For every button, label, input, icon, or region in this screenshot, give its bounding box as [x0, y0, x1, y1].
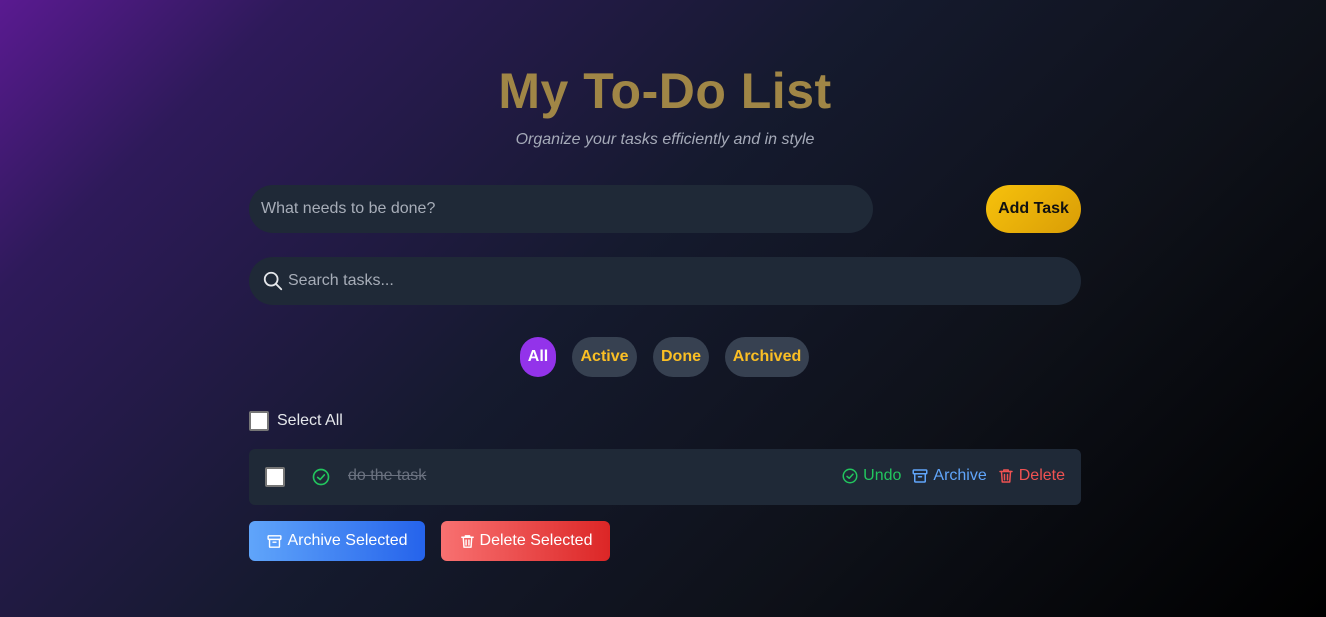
- task-text: do the task: [348, 467, 427, 484]
- archive-selected-label: Archive Selected: [287, 532, 408, 549]
- filter-done[interactable]: Done: [653, 337, 709, 377]
- undo-label: Undo: [863, 467, 902, 484]
- check-circle-icon: [312, 468, 330, 486]
- delete-label: Delete: [1018, 467, 1065, 484]
- task-actions: Undo Archive Delete: [841, 467, 1065, 485]
- delete-selected-button[interactable]: Delete Selected: [441, 521, 610, 561]
- new-task-input[interactable]: [249, 185, 873, 233]
- task-item: do the task Undo Archive Delete: [249, 449, 1081, 505]
- filter-active[interactable]: Active: [572, 337, 637, 377]
- select-all-label: Select All: [277, 411, 343, 429]
- archive-label: Archive: [933, 467, 987, 484]
- select-all-checkbox[interactable]: [249, 410, 269, 431]
- search-icon: [263, 271, 283, 291]
- trash-icon: [460, 534, 474, 548]
- undo-check-icon: [842, 468, 858, 484]
- filter-all[interactable]: All: [520, 337, 556, 377]
- delete-selected-label: Delete Selected: [479, 532, 593, 549]
- page-title: My To-Do List: [498, 63, 832, 119]
- select-all: Select All: [249, 410, 343, 431]
- delete-button[interactable]: Delete: [997, 467, 1065, 485]
- filter-bar: All Active Done Archived: [249, 337, 1081, 377]
- search-input[interactable]: [288, 257, 1068, 305]
- add-task-button[interactable]: Add Task: [986, 185, 1081, 233]
- archive-selected-button[interactable]: Archive Selected: [249, 521, 425, 561]
- trash-icon: [999, 469, 1013, 483]
- task-checkbox[interactable]: [265, 467, 285, 487]
- archive-icon: [912, 469, 928, 483]
- search-box: [249, 257, 1081, 305]
- undo-button[interactable]: Undo: [841, 467, 901, 485]
- archive-icon: [267, 534, 283, 548]
- page-subtitle: Organize your tasks efficiently and in s…: [515, 131, 815, 148]
- archive-button[interactable]: Archive: [911, 467, 987, 485]
- filter-archived[interactable]: Archived: [725, 337, 809, 377]
